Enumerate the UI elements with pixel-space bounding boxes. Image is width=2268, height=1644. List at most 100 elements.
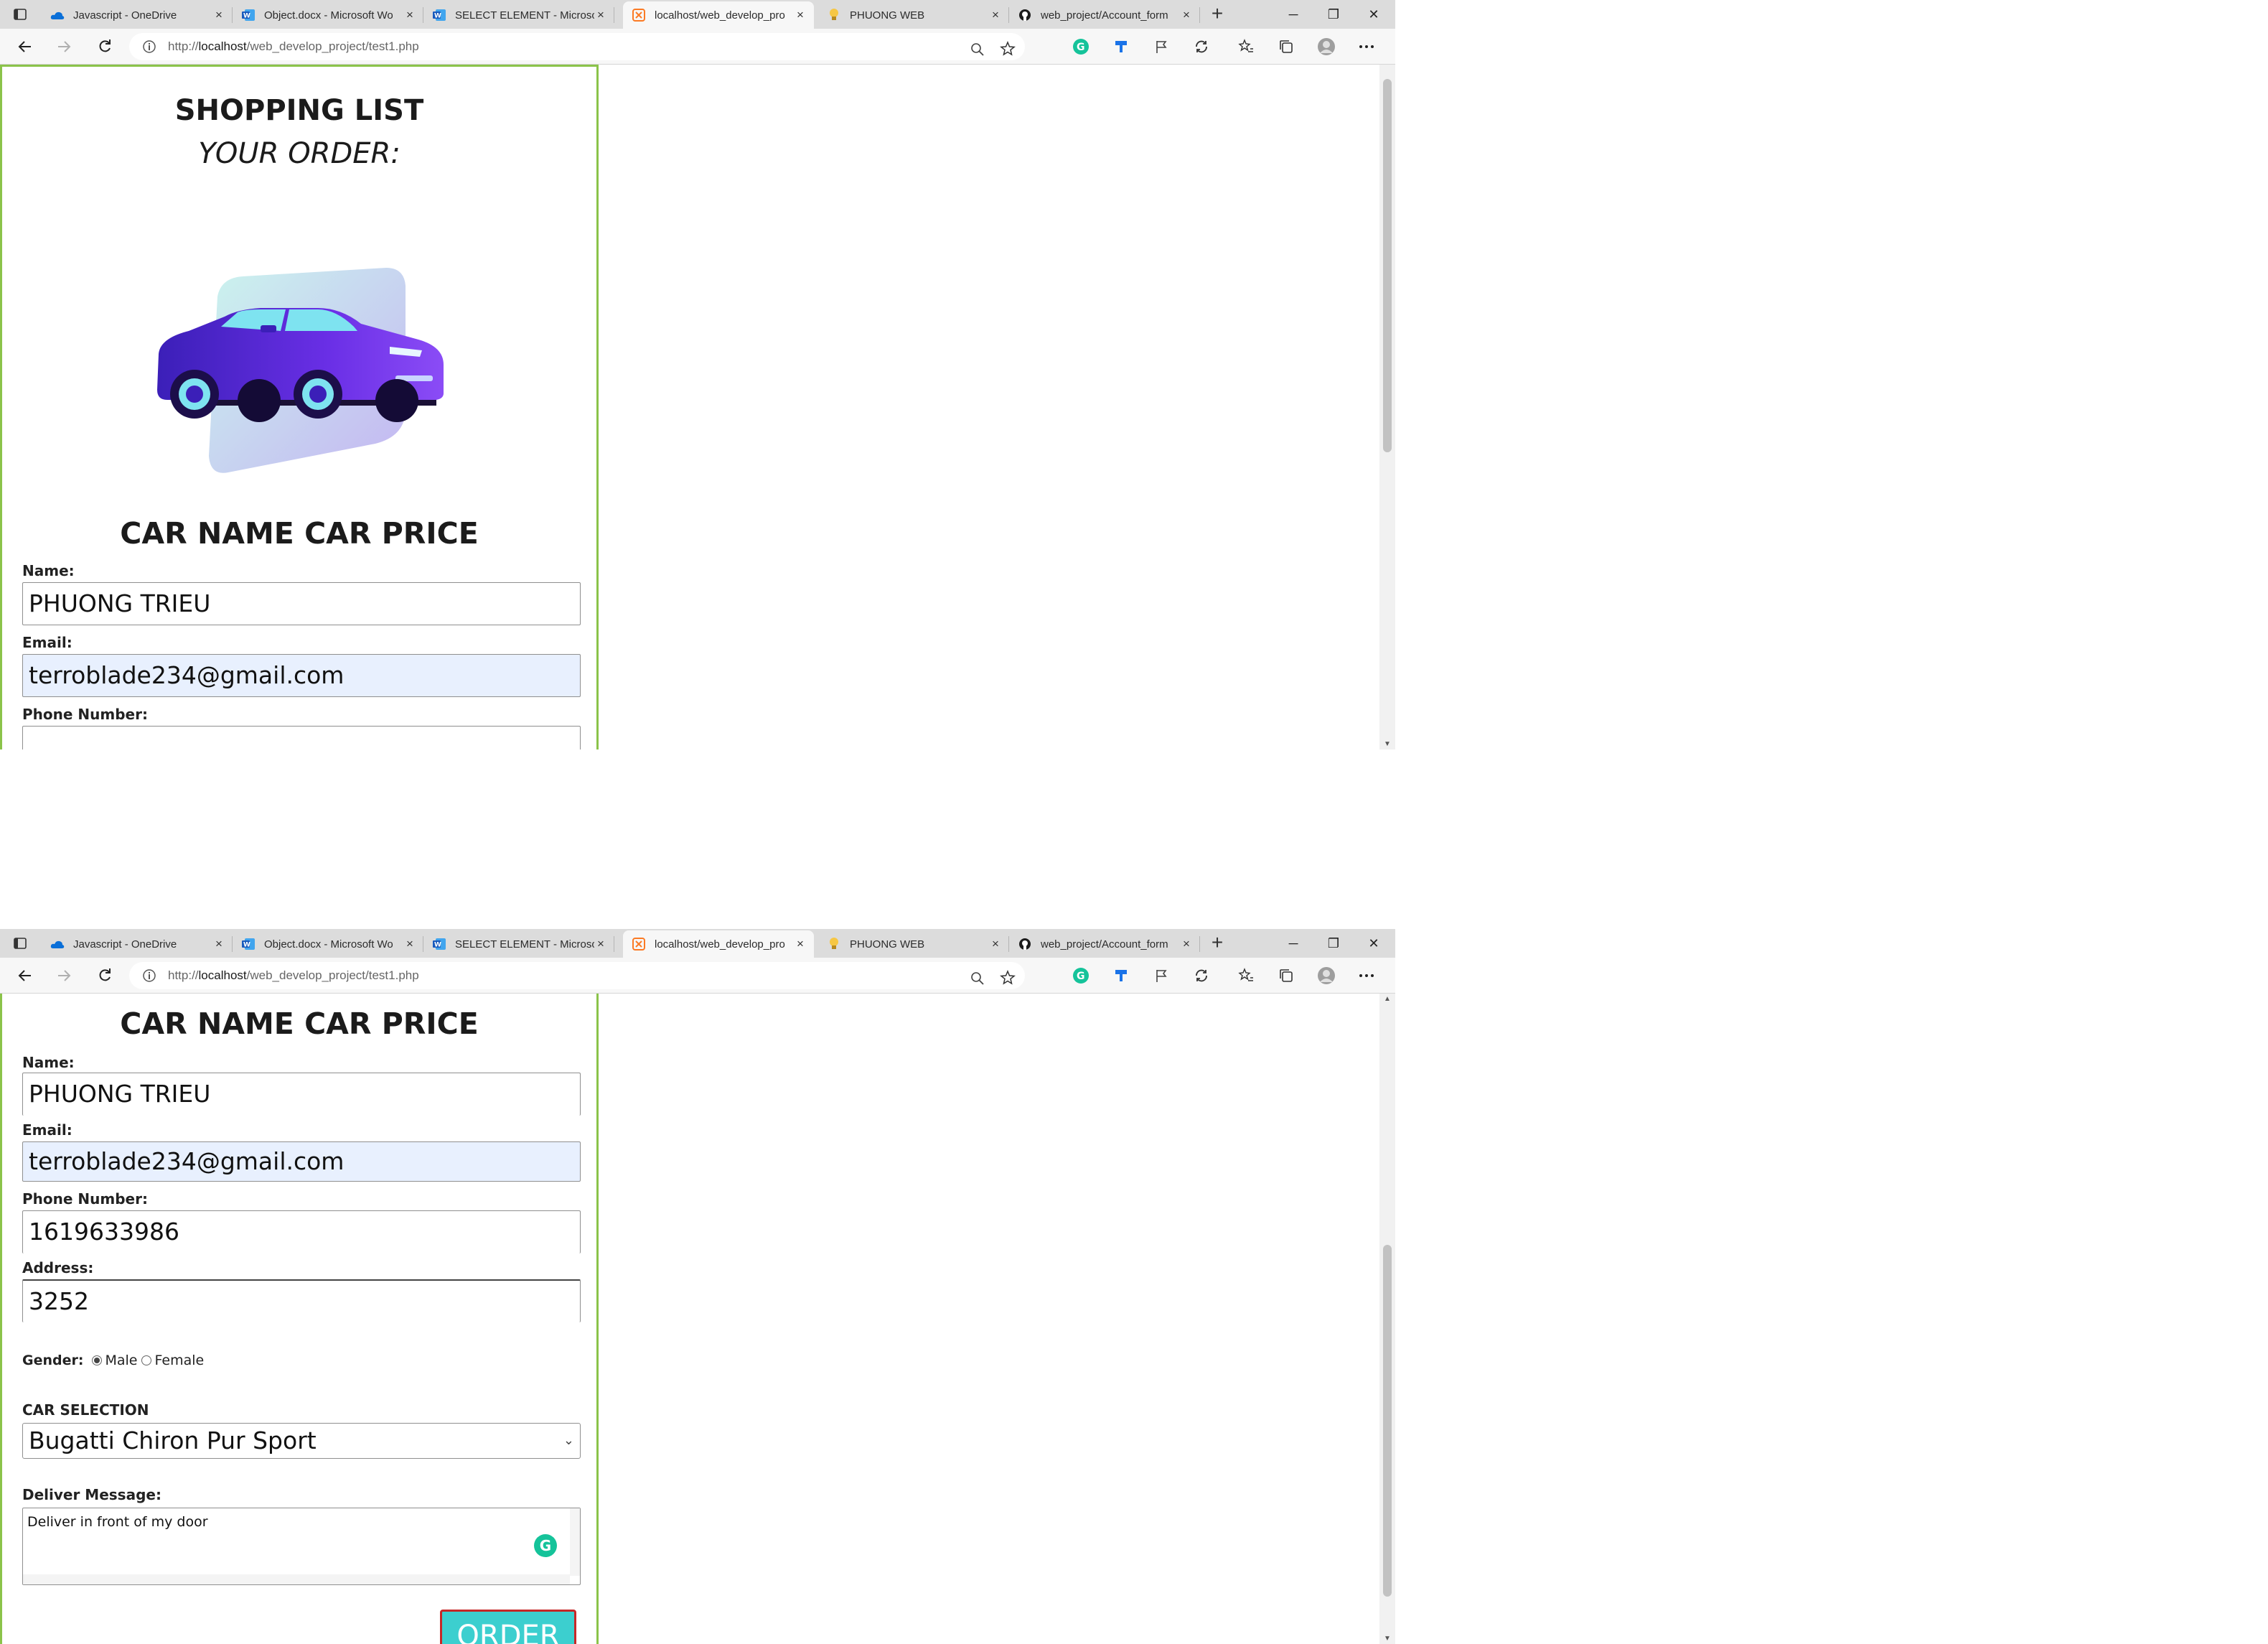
svg-text:G: G (1077, 42, 1085, 53)
new-tab-button[interactable]: + (1207, 4, 1227, 24)
gender-female-radio[interactable] (141, 1355, 152, 1365)
page-scrollbar[interactable]: ▲ ▼ (1379, 994, 1395, 1644)
gender-male-radio[interactable] (92, 1355, 103, 1365)
tab-close-icon[interactable]: × (403, 8, 416, 22)
message-text: Deliver in front of my door (27, 1514, 208, 1530)
refresh-icon[interactable] (93, 35, 116, 58)
name-field[interactable]: PHUONG TRIEU (22, 582, 581, 625)
tab-close-icon[interactable]: × (1180, 937, 1193, 951)
add-favorite-icon[interactable] (996, 966, 1019, 989)
extension-tool-icon[interactable] (1110, 964, 1133, 987)
page-scrollbar[interactable]: ▼ (1379, 65, 1395, 749)
sync-icon[interactable] (1190, 964, 1213, 987)
tab-actions-icon[interactable] (7, 933, 33, 953)
more-menu-icon[interactable] (1355, 964, 1378, 987)
textarea-scrollbar[interactable] (570, 1508, 580, 1576)
tab-title: SELECT ELEMENT - Microso (455, 938, 594, 951)
tab-close-icon[interactable]: × (989, 8, 1002, 22)
forward-icon[interactable] (53, 964, 76, 987)
scrollbar-thumb[interactable] (1383, 1245, 1392, 1597)
close-window-icon[interactable]: ✕ (1354, 3, 1394, 26)
tab-close-icon[interactable]: × (212, 937, 225, 951)
email-field[interactable]: terroblade234@gmail.com (22, 1141, 581, 1182)
zoom-icon[interactable] (966, 967, 989, 990)
back-icon[interactable] (13, 35, 36, 58)
svg-text:G: G (1077, 971, 1085, 982)
back-icon[interactable] (13, 964, 36, 987)
flag-icon[interactable] (1150, 35, 1173, 58)
minimize-icon[interactable]: ─ (1273, 3, 1313, 26)
more-menu-icon[interactable] (1355, 35, 1378, 58)
tab-github[interactable]: web_project/Account_form × (1009, 930, 1200, 958)
page-title: SHOPPING LIST (174, 94, 424, 127)
grammarly-icon[interactable]: G (534, 1534, 557, 1557)
tab-object-docx[interactable]: W Object.docx - Microsoft Wo × (233, 930, 423, 958)
tab-close-icon[interactable]: × (403, 937, 416, 951)
tab-select-element[interactable]: W SELECT ELEMENT - Microso × (423, 1, 614, 29)
favorites-icon[interactable] (1234, 35, 1257, 58)
name-label: Name: (22, 562, 75, 579)
message-textarea[interactable]: Deliver in front of my door G (22, 1508, 581, 1585)
profile-avatar-icon[interactable] (1315, 964, 1338, 987)
address-field[interactable]: 3252 (22, 1279, 581, 1322)
restore-icon[interactable]: ❐ (1313, 932, 1354, 955)
grammarly-icon[interactable]: G (1069, 35, 1092, 58)
car-name-price-heading: CAR NAME CAR PRICE (120, 516, 479, 551)
address-bar[interactable]: http://localhost/web_develop_project/tes… (129, 33, 1025, 60)
grammarly-icon[interactable]: G (1069, 964, 1092, 987)
tab-close-icon[interactable]: × (794, 8, 807, 22)
name-field[interactable]: PHUONG TRIEU (22, 1073, 581, 1116)
scroll-down-icon[interactable]: ▼ (1379, 740, 1395, 748)
textarea-h-scrollbar[interactable] (23, 1574, 570, 1584)
scrollbar-thumb[interactable] (1383, 79, 1392, 452)
add-favorite-icon[interactable] (996, 37, 1019, 60)
tab-close-icon[interactable]: × (594, 937, 607, 951)
refresh-icon[interactable] (93, 964, 116, 987)
tab-close-icon[interactable]: × (1180, 8, 1193, 22)
scroll-down-icon[interactable]: ▼ (1379, 1635, 1395, 1643)
tab-onedrive[interactable]: Javascript - OneDrive × (42, 1, 233, 29)
tab-object-docx[interactable]: W Object.docx - Microsoft Wo × (233, 1, 423, 29)
collections-icon[interactable] (1275, 35, 1298, 58)
extension-tool-icon[interactable] (1110, 35, 1133, 58)
info-icon[interactable] (141, 38, 158, 55)
tab-close-icon[interactable]: × (594, 8, 607, 22)
tab-close-icon[interactable]: × (212, 8, 225, 22)
tab-localhost[interactable]: localhost/web_develop_pro × (623, 1, 814, 29)
gender-group: Gender: Male Female (22, 1353, 204, 1368)
forward-icon[interactable] (53, 35, 76, 58)
tab-select-element[interactable]: W SELECT ELEMENT - Microso × (423, 930, 614, 958)
tab-phuong-web[interactable]: PHUONG WEB × (818, 1, 1009, 29)
restore-icon[interactable]: ❐ (1313, 3, 1354, 26)
new-tab-button[interactable]: + (1207, 933, 1227, 953)
tab-strip: Javascript - OneDrive × W Object.docx - … (0, 0, 1395, 29)
minimize-icon[interactable]: ─ (1273, 932, 1313, 955)
svg-text:W: W (434, 13, 441, 20)
tab-localhost[interactable]: localhost/web_develop_pro × (623, 930, 814, 958)
car-select[interactable]: Bugatti Chiron Pur Sport ⌄ (22, 1423, 581, 1459)
address-bar[interactable]: http://localhost/web_develop_project/tes… (129, 962, 1025, 989)
order-button[interactable]: ORDER (440, 1610, 576, 1644)
info-icon[interactable] (141, 967, 158, 984)
close-window-icon[interactable]: ✕ (1354, 932, 1394, 955)
email-field[interactable]: terroblade234@gmail.com (22, 654, 581, 697)
word-icon: W (432, 8, 446, 22)
tab-close-icon[interactable]: × (989, 937, 1002, 951)
profile-avatar-icon[interactable] (1315, 35, 1338, 58)
phone-field[interactable]: 1619633986 (22, 1210, 581, 1253)
tab-github[interactable]: web_project/Account_form × (1009, 1, 1200, 29)
tab-actions-icon[interactable] (7, 4, 33, 24)
tab-close-icon[interactable]: × (794, 937, 807, 951)
collections-icon[interactable] (1275, 964, 1298, 987)
phone-field[interactable] (22, 726, 581, 749)
tab-title: Javascript - OneDrive (73, 938, 177, 951)
scroll-up-icon[interactable]: ▲ (1379, 995, 1395, 1003)
flag-icon[interactable] (1150, 964, 1173, 987)
sync-icon[interactable] (1190, 35, 1213, 58)
github-icon (1018, 937, 1032, 951)
tab-phuong-web[interactable]: PHUONG WEB × (818, 930, 1009, 958)
chevron-down-icon: ⌄ (563, 1433, 574, 1448)
zoom-icon[interactable] (966, 38, 989, 61)
tab-onedrive[interactable]: Javascript - OneDrive × (42, 930, 233, 958)
favorites-icon[interactable] (1234, 964, 1257, 987)
